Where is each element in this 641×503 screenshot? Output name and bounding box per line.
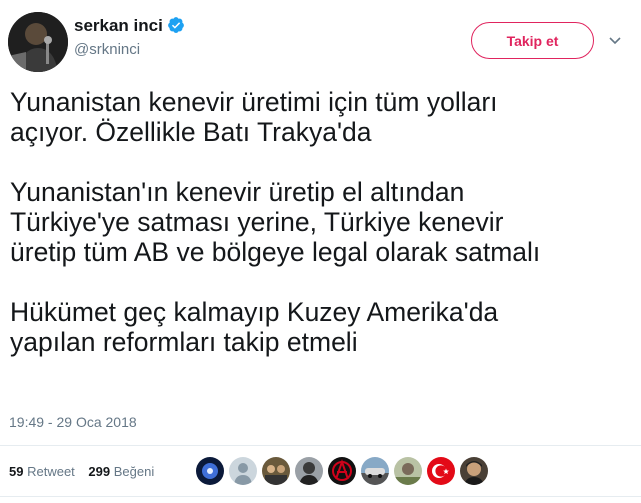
galaxy-avatar[interactable]	[196, 457, 224, 485]
tweet-text: Yunanistan kenevir üretimi için tüm yoll…	[10, 87, 630, 357]
group-photo-avatar[interactable]	[262, 457, 290, 485]
tweet-paragraph: Yunanistan'ın kenevir üretip el altından…	[10, 177, 630, 267]
verified-badge-icon	[167, 16, 185, 39]
tweet-line: açıyor. Özellikle Batı Trakya'da	[10, 117, 372, 147]
retweet-number: 59	[9, 464, 24, 479]
user-avatar[interactable]	[8, 12, 68, 72]
tweet-line: Hükümet geç kalmayıp Kuzey Amerika'da	[10, 297, 499, 327]
user-names: serkan inci @srkninci	[74, 15, 185, 61]
tweet-paragraph: Hükümet geç kalmayıp Kuzey Amerika'da ya…	[10, 297, 630, 357]
tweet-header: serkan inci @srkninci Takip et	[8, 12, 633, 72]
default-user-avatar[interactable]	[229, 457, 257, 485]
divider	[0, 496, 641, 497]
user-handle[interactable]: @srkninci	[74, 39, 185, 61]
chevron-down-icon[interactable]	[608, 34, 622, 48]
outdoor-avatar[interactable]	[394, 457, 422, 485]
tweet-line: yapılan reformları takip etmeli	[10, 327, 358, 357]
display-name[interactable]: serkan inci	[74, 16, 163, 35]
man-face-avatar[interactable]	[460, 457, 488, 485]
follow-button[interactable]: Takip et	[471, 22, 594, 59]
anarchy-symbol-avatar[interactable]	[328, 457, 356, 485]
car-avatar[interactable]	[361, 457, 389, 485]
divider	[0, 445, 641, 446]
tweet-line: Türkiye'ye satması yerine, Türkiye kenev…	[10, 207, 504, 237]
like-label: Beğeni	[113, 464, 155, 479]
retweet-count[interactable]: 59 Retweet	[9, 464, 75, 479]
tweet-stats: 59 Retweet 299 Beğeni	[9, 464, 164, 479]
turkish-flag-avatar[interactable]	[427, 457, 455, 485]
tweet-timestamp[interactable]: 19:49 - 29 Oca 2018	[9, 414, 137, 430]
tweet-line: Yunanistan'ın kenevir üretip el altından	[10, 177, 465, 207]
person-avatar[interactable]	[295, 457, 323, 485]
like-number: 299	[88, 464, 111, 479]
tweet-paragraph: Yunanistan kenevir üretimi için tüm yoll…	[10, 87, 630, 147]
tweet-line: üretip tüm AB ve bölgeye legal olarak sa…	[10, 237, 541, 267]
tweet-line: Yunanistan kenevir üretimi için tüm yoll…	[10, 87, 498, 117]
retweet-label: Retweet	[27, 464, 75, 479]
like-count[interactable]: 299 Beğeni	[88, 464, 154, 479]
